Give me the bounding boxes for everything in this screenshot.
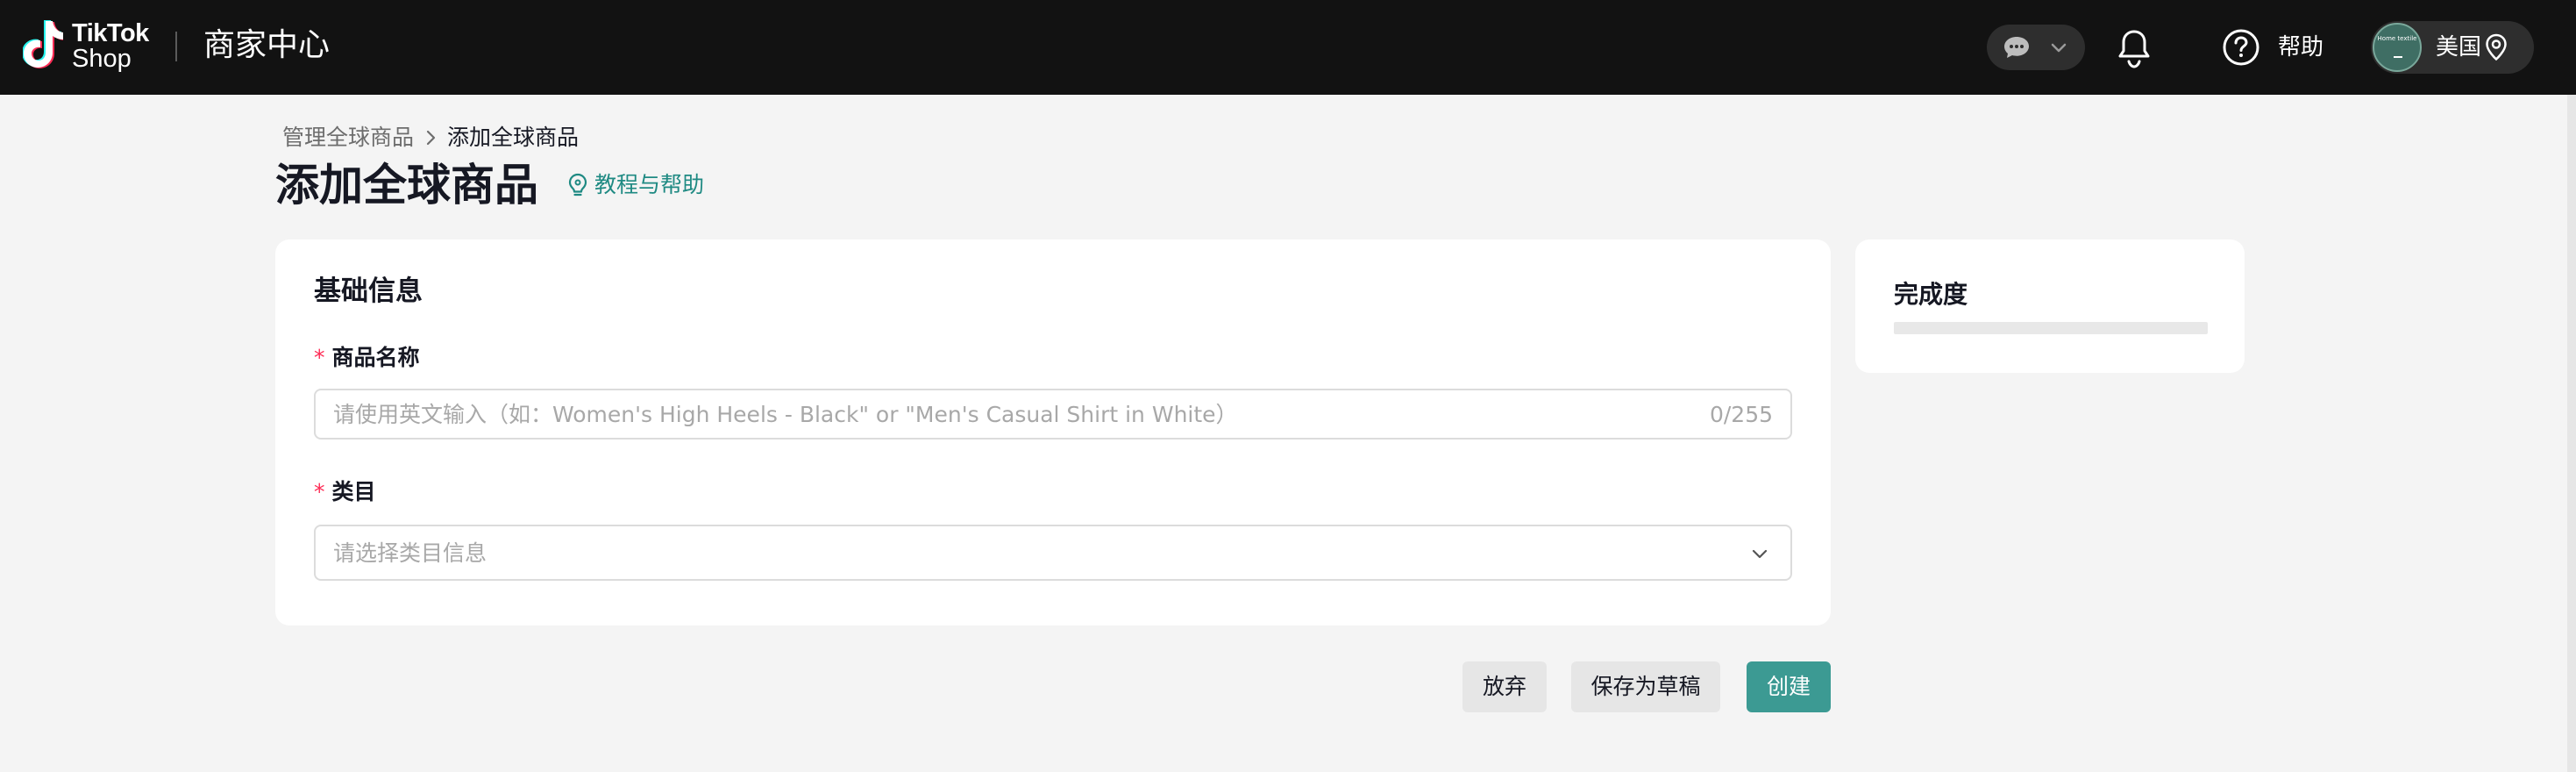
breadcrumb-parent-link[interactable]: 管理全球商品: [282, 123, 414, 153]
required-mark: *: [314, 479, 325, 504]
category-label-text: 类目: [331, 479, 376, 504]
chevron-down-icon: [2051, 43, 2067, 53]
bell-icon[interactable]: [2117, 28, 2152, 68]
header-divider: [175, 32, 177, 61]
product-name-label: * 商品名称: [314, 343, 420, 373]
chat-bubble-icon: [2004, 37, 2029, 58]
avatar: Home textile: [2373, 23, 2422, 72]
required-mark: *: [314, 345, 325, 370]
logo-wordmark: TikTok Shop: [72, 21, 149, 72]
help-link[interactable]: 帮助: [2278, 32, 2323, 62]
logo-line-tiktok: TikTok: [72, 19, 149, 47]
page-title: 添加全球商品: [275, 160, 538, 211]
product-name-label-text: 商品名称: [331, 345, 420, 370]
chevron-right-icon: [424, 129, 437, 147]
account-region-button[interactable]: Home textile 美国: [2371, 21, 2534, 74]
completion-progress-bar: [1894, 322, 2208, 334]
section-title: 基础信息: [314, 275, 423, 307]
chat-menu-button[interactable]: [1987, 25, 2085, 70]
category-select[interactable]: 请选择类目信息: [314, 525, 1792, 581]
category-label: * 类目: [314, 477, 376, 507]
discard-button[interactable]: 放弃: [1462, 661, 1547, 712]
tiktok-note-icon: [23, 20, 63, 68]
logo-line-shop: Shop: [72, 45, 132, 73]
location-pin-icon: [2486, 33, 2507, 61]
tiktok-shop-logo[interactable]: TikTok Shop: [23, 19, 154, 74]
create-button[interactable]: 创建: [1747, 661, 1831, 712]
breadcrumb-current: 添加全球商品: [447, 125, 580, 150]
top-navigation-bar: TikTok Shop 商家中心 帮助 Home textile 美国: [0, 0, 2576, 95]
avatar-label: Home textile: [2377, 35, 2417, 42]
page-scrollbar[interactable]: [2567, 95, 2576, 772]
app-title[interactable]: 商家中心: [203, 26, 330, 65]
avatar-mark: [2394, 56, 2402, 58]
product-name-placeholder: 请使用英文输入（如：Women's High Heels - Black" or…: [333, 402, 1238, 427]
completion-title: 完成度: [1894, 280, 1968, 309]
region-label: 美国: [2436, 34, 2482, 61]
tutorial-link-label: 教程与帮助: [594, 172, 705, 197]
basic-info-card: 基础信息 * 商品名称 请使用英文输入（如：Women's High Heels …: [275, 239, 1831, 625]
lightbulb-icon: [568, 173, 587, 197]
category-placeholder: 请选择类目信息: [333, 540, 487, 566]
chevron-down-icon: [1752, 549, 1768, 559]
breadcrumb: 管理全球商品 添加全球商品: [282, 123, 579, 153]
save-draft-button[interactable]: 保存为草稿: [1571, 661, 1720, 712]
character-counter: 0/255: [1709, 402, 1773, 427]
product-name-input[interactable]: 请使用英文输入（如：Women's High Heels - Black" or…: [314, 389, 1792, 440]
tutorial-help-link[interactable]: 教程与帮助: [568, 170, 704, 200]
question-circle-icon[interactable]: [2222, 28, 2260, 67]
completion-card: 完成度: [1855, 239, 2245, 373]
